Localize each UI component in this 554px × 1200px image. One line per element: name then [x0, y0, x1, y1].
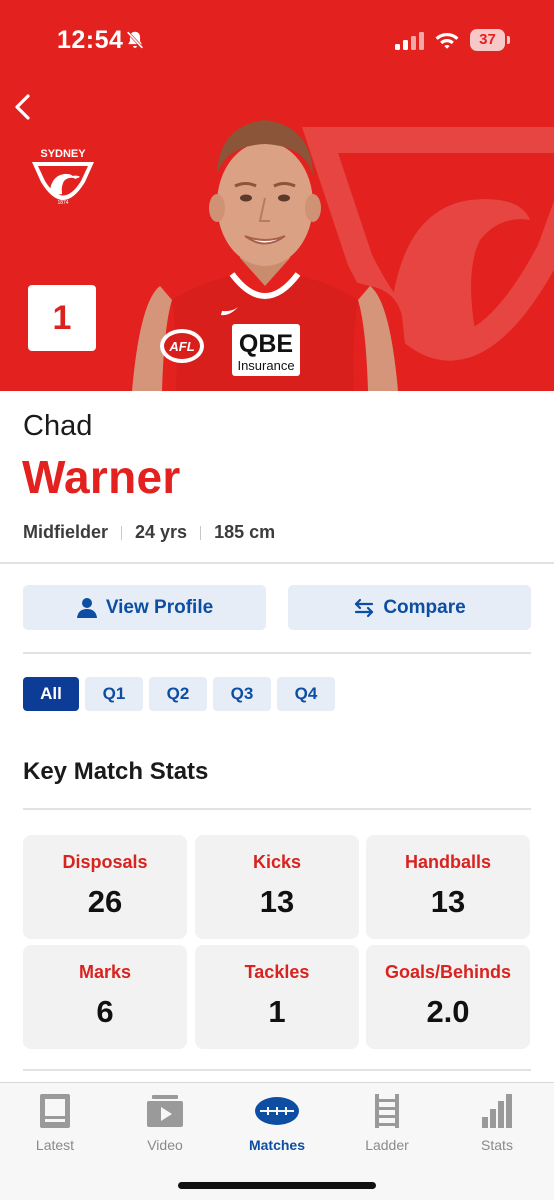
- player-age: 24 yrs: [135, 522, 188, 542]
- view-profile-label: View Profile: [105, 596, 214, 618]
- divider: [0, 562, 554, 564]
- stat-label: Handballs: [404, 852, 492, 872]
- stat-value: 2.0: [426, 994, 470, 1029]
- stat-value: 1: [268, 994, 286, 1029]
- stat-label: Kicks: [252, 852, 302, 872]
- meta-separator: [121, 525, 123, 540]
- player-last-name: Warner: [22, 451, 181, 503]
- player-hero-header: 12:54 37 SYDNEY 1874 1 AFL QBE Insurance: [0, 0, 554, 391]
- ladder-icon: [375, 1094, 399, 1128]
- stat-value: 26: [87, 884, 123, 919]
- battery-percent: 37: [470, 29, 505, 51]
- stat-value: 6: [96, 994, 114, 1029]
- svg-text:Insurance: Insurance: [237, 358, 294, 373]
- stat-card-disposals: Disposals 26: [23, 835, 187, 939]
- svg-text:1874: 1874: [57, 200, 68, 206]
- nav-latest[interactable]: Latest: [5, 1093, 105, 1159]
- nav-ladder[interactable]: Ladder: [337, 1093, 437, 1159]
- stat-card-marks: Marks 6: [23, 945, 187, 1049]
- swap-arrows-icon: [355, 598, 374, 617]
- nav-matches[interactable]: Matches: [227, 1093, 327, 1159]
- news-icon: [40, 1094, 70, 1128]
- tab-q4[interactable]: Q4: [277, 677, 335, 711]
- stat-label: Goals/Behinds: [384, 962, 512, 982]
- video-play-icon: [147, 1095, 183, 1127]
- nav-video[interactable]: Video: [115, 1093, 215, 1159]
- divider: [23, 652, 531, 654]
- section-title: Key Match Stats: [23, 758, 209, 785]
- battery-indicator: 37: [470, 29, 510, 51]
- sydney-swans-logo: SYDNEY 1874: [32, 148, 94, 206]
- nav-matches-label: Matches: [248, 1137, 306, 1153]
- compare-label: Compare: [383, 596, 466, 618]
- nav-stats[interactable]: Stats: [447, 1093, 547, 1159]
- stat-card-kicks: Kicks 13: [195, 835, 359, 939]
- battery-tip: [507, 36, 510, 44]
- stat-card-handballs: Handballs 13: [366, 835, 530, 939]
- svg-text:SYDNEY: SYDNEY: [40, 148, 86, 160]
- home-indicator: [178, 1182, 376, 1189]
- tab-q3[interactable]: Q3: [213, 677, 271, 711]
- tab-q2[interactable]: Q2: [149, 677, 207, 711]
- bar-chart-icon: [482, 1094, 512, 1128]
- svg-text:AFL: AFL: [168, 339, 194, 354]
- player-position: Midfielder: [23, 522, 109, 542]
- status-bar: 12:54 37: [0, 0, 554, 80]
- divider: [23, 808, 531, 810]
- stat-label: Marks: [78, 962, 132, 982]
- wifi-icon: [435, 33, 459, 49]
- svg-text:QBE: QBE: [239, 330, 293, 358]
- stat-label: Disposals: [62, 852, 148, 872]
- signal-icon: [395, 32, 424, 50]
- stat-label: Tackles: [244, 962, 310, 982]
- football-icon: [255, 1097, 299, 1125]
- divider: [23, 1069, 531, 1071]
- meta-separator: [200, 525, 202, 540]
- player-first-name: Chad: [23, 410, 93, 442]
- player-meta: Midfielder 24 yrs 185 cm: [23, 522, 275, 543]
- jersey-number: 1: [28, 285, 96, 351]
- tab-all[interactable]: All: [23, 677, 79, 711]
- stat-card-goals-behinds: Goals/Behinds 2.0: [366, 945, 530, 1049]
- chevron-left-icon[interactable]: [8, 88, 38, 126]
- nav-latest-label: Latest: [35, 1137, 75, 1153]
- compare-button[interactable]: Compare: [288, 585, 531, 630]
- tab-q1[interactable]: Q1: [85, 677, 143, 711]
- quarter-tabs: All Q1 Q2 Q3 Q4: [23, 677, 335, 711]
- nav-stats-label: Stats: [481, 1137, 513, 1153]
- bell-muted-icon: [126, 31, 144, 49]
- person-icon: [76, 597, 97, 618]
- player-height: 185 cm: [214, 522, 276, 542]
- view-profile-button[interactable]: View Profile: [23, 585, 266, 630]
- status-time: 12:54: [57, 26, 124, 54]
- nav-ladder-label: Ladder: [365, 1137, 409, 1153]
- nav-video-label: Video: [147, 1137, 183, 1153]
- stat-value: 13: [259, 884, 295, 919]
- stat-value: 13: [430, 884, 466, 919]
- player-photo: AFL QBE Insurance: [120, 120, 410, 391]
- stat-card-tackles: Tackles 1: [195, 945, 359, 1049]
